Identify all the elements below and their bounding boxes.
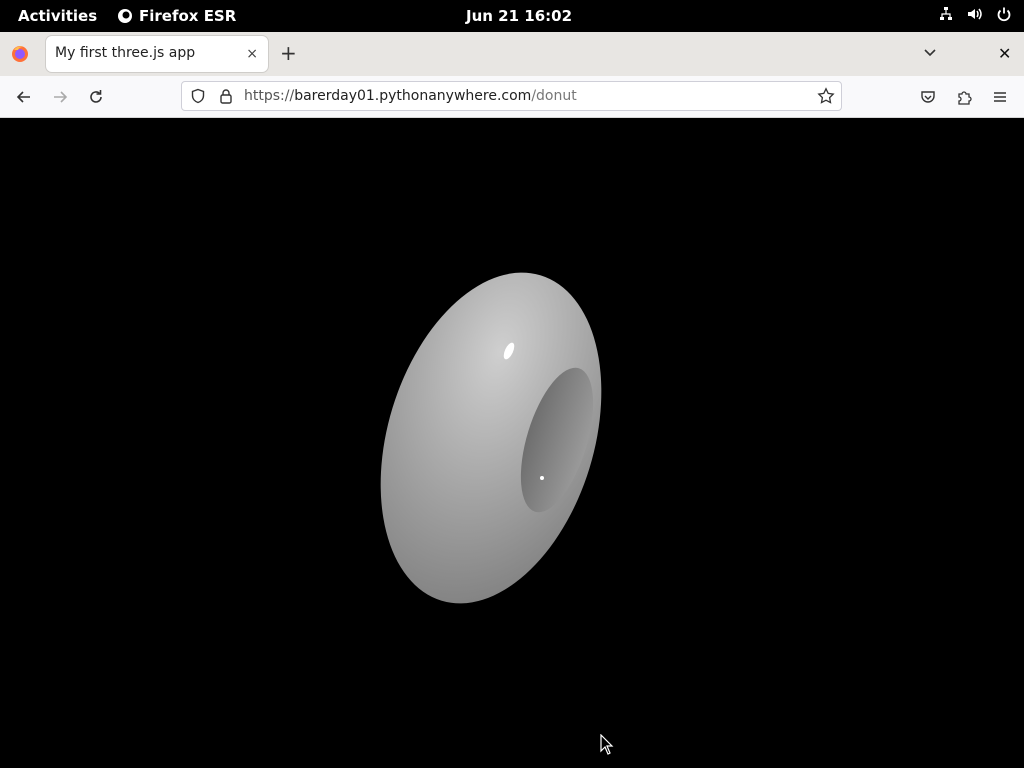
- power-icon: [997, 7, 1011, 22]
- system-status-area[interactable]: [938, 6, 1012, 22]
- arrow-right-icon: [54, 91, 68, 103]
- activities-button[interactable]: Activities: [18, 7, 97, 25]
- clock[interactable]: Jun 21 16:02: [466, 7, 572, 25]
- torus-render: [380, 272, 602, 604]
- lock-icon[interactable]: [218, 88, 234, 104]
- pocket-icon: [921, 91, 935, 103]
- hamburger-menu-icon: [994, 92, 1006, 102]
- tab-close-button[interactable]: ×: [246, 46, 258, 62]
- tracking-protection-shield-icon[interactable]: [190, 88, 206, 104]
- tab-strip: My first three.js app × + ✕: [0, 32, 1024, 76]
- firefox-app-icon: [118, 9, 132, 23]
- app-menu-button[interactable]: Firefox ESR: [117, 7, 236, 25]
- url-text[interactable]: https://barerday01.pythonanywhere.com/do…: [244, 88, 577, 104]
- extensions-button[interactable]: [953, 86, 975, 108]
- webgl-canvas[interactable]: [0, 118, 1024, 768]
- reload-icon: [90, 90, 102, 103]
- url-prefix: https://: [244, 88, 295, 104]
- arrow-left-icon: [16, 91, 30, 103]
- list-all-tabs-chevron-icon[interactable]: [922, 44, 938, 60]
- gnome-top-bar: Activities Firefox ESR Jun 21 16:02: [0, 0, 1024, 32]
- pocket-button[interactable]: [917, 86, 939, 108]
- bookmark-star-icon[interactable]: [817, 87, 835, 105]
- app-name-label: Firefox ESR: [139, 7, 237, 25]
- back-button[interactable]: [13, 86, 35, 108]
- url-path: /donut: [531, 88, 577, 104]
- volume-icon: [968, 8, 982, 20]
- navigation-toolbar: https://barerday01.pythonanywhere.com/do…: [0, 76, 1024, 118]
- app-menu-hamburger-button[interactable]: [989, 86, 1011, 108]
- new-tab-button[interactable]: +: [280, 41, 297, 65]
- url-host: barerday01.pythonanywhere.com: [294, 88, 532, 104]
- reload-button[interactable]: [85, 86, 107, 108]
- window-close-button[interactable]: ✕: [998, 44, 1011, 63]
- mouse-cursor-icon: [600, 734, 614, 755]
- firefox-logo-icon[interactable]: [10, 44, 30, 64]
- url-bar[interactable]: https://barerday01.pythonanywhere.com/do…: [181, 81, 842, 111]
- puzzle-icon: [958, 91, 972, 105]
- tab-title: My first three.js app: [55, 45, 196, 61]
- forward-button[interactable]: [49, 86, 71, 108]
- specular-highlight-small: [540, 476, 544, 480]
- network-icon: [940, 7, 952, 20]
- browser-tab[interactable]: My first three.js app ×: [46, 36, 268, 72]
- torus-body: [380, 272, 602, 604]
